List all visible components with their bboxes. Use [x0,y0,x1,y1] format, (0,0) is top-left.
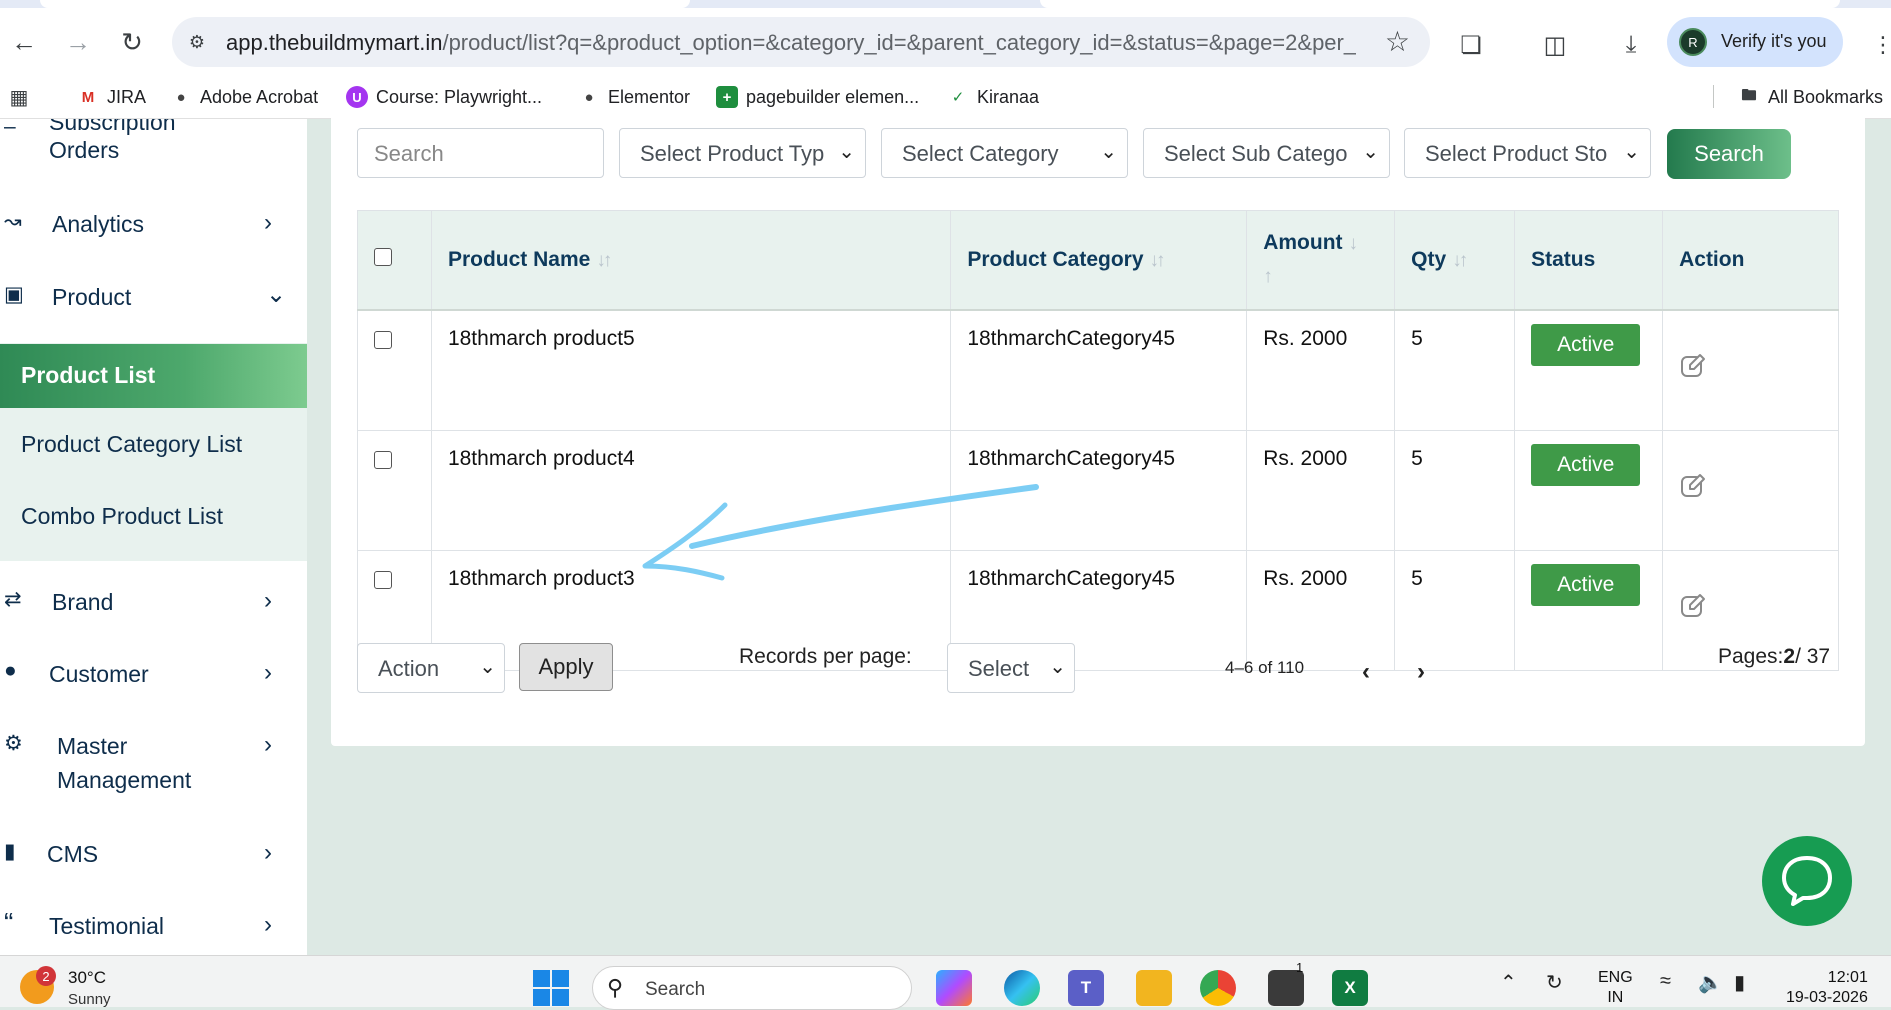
windows-taskbar: 2 30°C Sunny ⚲ Search T 1 X ⌃ ↻ ENG IN ≈ … [0,955,1891,1010]
notification-badge: 2 [36,966,56,986]
annotation-arrow [642,484,1039,581]
store-icon[interactable] [1268,970,1304,1006]
windows-start-icon[interactable] [533,970,569,1006]
weather-condition: Sunny [68,991,111,1008]
battery-icon[interactable]: ▮ [1734,970,1745,995]
chat-bubble-icon [1782,856,1832,906]
chrome-icon[interactable] [1200,970,1236,1006]
chat-widget-button[interactable] [1762,836,1852,926]
excel-icon[interactable]: X [1332,970,1368,1006]
volume-icon[interactable]: 🔈 [1698,970,1723,995]
wifi-icon[interactable]: ≈ [1660,970,1671,993]
edge-icon[interactable] [1004,970,1040,1006]
teams-icon[interactable]: T [1068,970,1104,1006]
language-indicator[interactable]: ENG IN [1598,968,1633,1008]
system-clock[interactable]: 12:01 19-03-2026 [1786,968,1868,1008]
chevron-up-icon[interactable]: ⌃ [1500,970,1517,995]
file-explorer-icon[interactable] [1136,970,1172,1006]
taskbar-search[interactable]: ⚲ Search [592,966,912,1010]
search-icon: ⚲ [607,975,624,1000]
store-badge: 1 [1296,960,1304,975]
copilot-icon[interactable] [936,970,972,1006]
sync-icon[interactable]: ↻ [1546,970,1563,995]
weather-temperature[interactable]: 30°C [68,968,106,988]
